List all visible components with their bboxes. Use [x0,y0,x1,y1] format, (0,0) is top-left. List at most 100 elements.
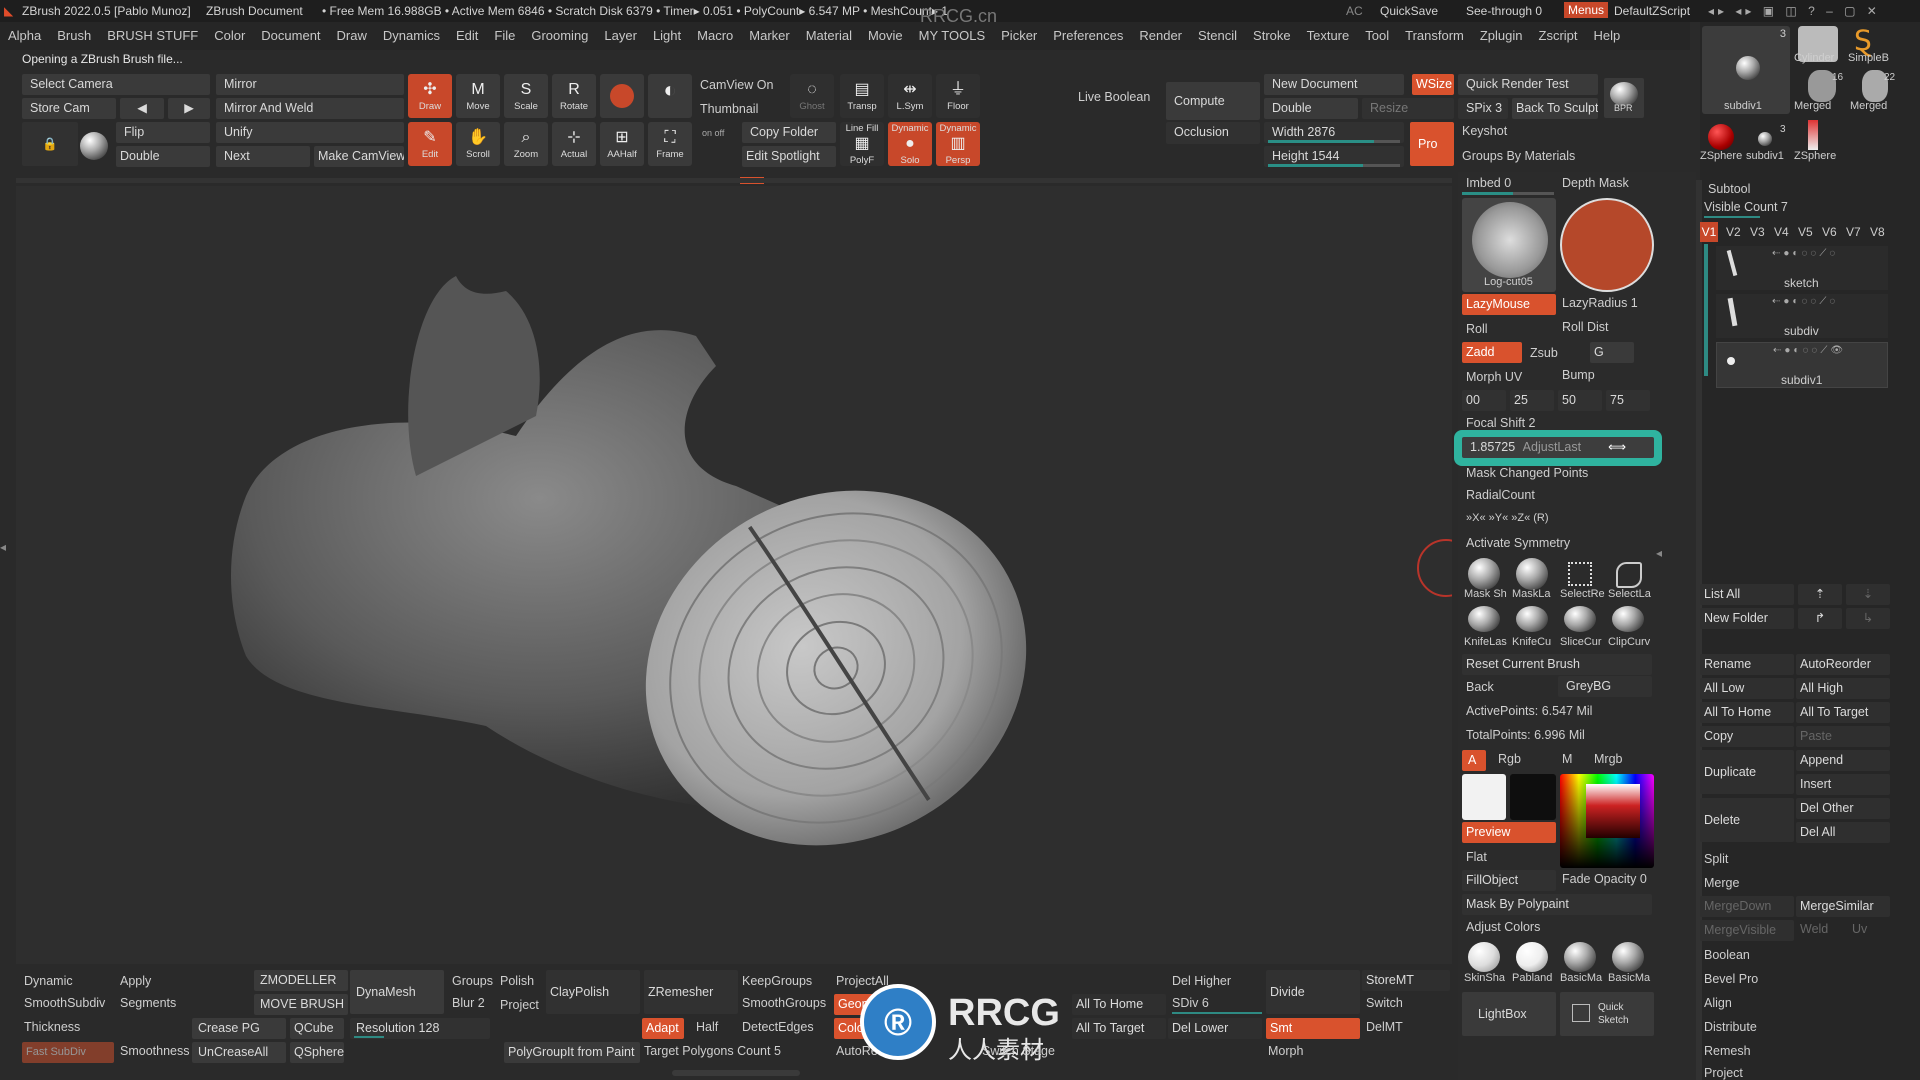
spix-slider[interactable]: SPix 3 [1458,98,1508,119]
right-tray-toggle-icon[interactable]: ◂ [1656,546,1666,566]
double-doc-button[interactable]: Double [1264,98,1358,119]
version-v3-tab[interactable]: V3 [1750,225,1765,239]
lock-camera-icon[interactable]: 🔒 [22,122,78,166]
copy-folder-button[interactable]: Copy Folder [742,122,836,143]
fast-subdiv-button[interactable]: Fast SubDiv [22,1042,114,1063]
list-all-button[interactable]: List All [1700,584,1794,605]
height-slider-track[interactable] [1268,164,1400,167]
compute-button[interactable]: Compute [1166,82,1260,120]
quick-render-test-button[interactable]: Quick Render Test [1458,74,1598,95]
color-picker[interactable] [1560,774,1654,868]
project-button[interactable]: Project [500,998,539,1012]
transp-button[interactable]: ▤ Transp [840,74,884,118]
menu-stencil[interactable]: Stencil [1190,22,1245,50]
pabland-material-icon[interactable] [1516,942,1548,972]
remesh-menu[interactable]: Remesh [1704,1044,1751,1058]
color-swatch-button[interactable] [600,74,644,118]
folder-action-icon[interactable]: ↱ [1798,608,1842,629]
see-through-slider[interactable]: See-through 0 [1466,4,1542,18]
merge-menu[interactable]: Merge [1704,876,1739,890]
delete-button[interactable]: Delete [1700,798,1794,842]
mask-changed-points-button[interactable]: Mask Changed Points [1466,466,1588,480]
menu-preferences[interactable]: Preferences [1045,22,1131,50]
camview-on-button[interactable]: CamView On [700,78,773,92]
menu-zplugin[interactable]: Zplugin [1472,22,1531,50]
claypolish-button[interactable]: ClayPolish [546,970,640,1014]
menu-texture[interactable]: Texture [1299,22,1358,50]
bump-slider[interactable]: Bump [1562,368,1595,382]
divide-button[interactable]: Divide [1266,970,1360,1014]
occlusion-button[interactable]: Occlusion [1166,122,1260,144]
lazyradius-slider[interactable]: LazyRadius 1 [1562,296,1638,310]
material-button[interactable]: ◐ [648,74,692,118]
groups-by-materials-button[interactable]: Groups By Materials [1462,149,1575,163]
menu-stroke[interactable]: Stroke [1245,22,1299,50]
color-picker-square[interactable] [1586,784,1640,838]
greybg-button[interactable]: GreyBG [1558,676,1652,697]
smoothness-slider[interactable]: Smoothness [120,1044,189,1058]
paste-button[interactable]: Paste [1796,726,1890,747]
rotate-tool-button[interactable]: R Rotate [552,74,596,118]
menu-render[interactable]: Render [1131,22,1190,50]
main-color-swatch[interactable] [1462,774,1506,820]
back-color-button[interactable]: Back [1466,680,1494,694]
resize-button[interactable]: Resize [1362,98,1454,119]
move-down-icon[interactable]: ⇣ [1846,584,1890,605]
smoothgroups-slider[interactable]: SmoothGroups [742,996,826,1010]
masklasso-brush-icon[interactable] [1516,558,1548,590]
focal-shift-slider[interactable]: Focal Shift 2 [1466,416,1535,430]
sdiv-slider[interactable]: SDiv 6 [1172,996,1209,1010]
default-zscript-button[interactable]: DefaultZScript [1614,4,1690,18]
copy-button[interactable]: Copy [1700,726,1794,747]
timeline-track[interactable] [16,178,1452,183]
edit-mode-button[interactable]: ✎ Edit [408,122,452,166]
next-button[interactable]: Next [216,146,310,167]
g-button[interactable]: G [1590,342,1634,363]
del-other-button[interactable]: Del Other [1796,798,1890,819]
mergesimilar-button[interactable]: MergeSimilar [1796,896,1890,917]
m-button[interactable]: M [1562,752,1572,766]
double-button[interactable]: Double [116,146,210,167]
keyshot-button[interactable]: Keyshot [1462,124,1507,138]
make-camview-button[interactable]: Make CamView [314,146,404,167]
menu-marker[interactable]: Marker [741,22,797,50]
solo-button[interactable]: Dynamic ● Solo [888,122,932,166]
alpha-thumbnail[interactable]: Log-cut05 [1462,198,1556,292]
all-to-target-button[interactable]: All To Target [1796,702,1890,723]
secondary-color-swatch[interactable] [1510,774,1556,820]
prev-camera-icon[interactable]: ◀ [120,98,164,119]
slice-curve-icon[interactable] [1564,606,1596,632]
subtool-title[interactable]: Subtool [1708,182,1750,196]
menu-picker[interactable]: Picker [993,22,1045,50]
menus-button[interactable]: Menus [1564,2,1609,18]
version-v1-tab[interactable]: V1 [1700,222,1718,242]
all-to-home-button[interactable]: All To Home [1700,702,1794,723]
version-v6-tab[interactable]: V6 [1822,225,1837,239]
knife-lasso-icon[interactable] [1468,606,1500,632]
project-menu[interactable]: Project [1704,1066,1743,1080]
groups-button[interactable]: Groups [452,974,493,988]
lazymouse-button[interactable]: LazyMouse [1462,294,1556,315]
mergevisible-button[interactable]: MergeVisible [1700,920,1794,941]
draw-tool-button[interactable]: ✣ Draw [408,74,452,118]
quicksave-button[interactable]: QuickSave [1380,4,1438,18]
quick-sketch-button[interactable]: Quick Sketch [1560,992,1654,1036]
mergedown-button[interactable]: MergeDown [1700,896,1794,917]
target-polygons-slider[interactable]: Target Polygons Count 5 [644,1044,781,1058]
bevel-pro-menu[interactable]: Bevel Pro [1704,972,1758,986]
select-camera-button[interactable]: Select Camera [22,74,210,95]
keepgroups-button[interactable]: KeepGroups [742,974,812,988]
apply-button[interactable]: Apply [120,974,151,988]
morph-uv-slider[interactable]: Morph UV [1466,370,1522,384]
switch-stage-button[interactable]: Switch Stage [982,1044,1055,1058]
insert-button[interactable]: Insert [1796,774,1890,795]
thickness-slider[interactable]: Thickness [24,1020,80,1034]
menu-color[interactable]: Color [206,22,253,50]
roll-button[interactable]: Roll [1466,322,1488,336]
version-v7-tab[interactable]: V7 [1846,225,1861,239]
canvas-viewport[interactable] [16,186,1475,964]
subtool-item[interactable]: ⇠●◐◌◌⟋◌ sketch [1716,246,1888,290]
move-up-icon[interactable]: ⇡ [1798,584,1842,605]
symmetry-axes-buttons[interactable]: »X« »Y« »Z« (R) [1466,512,1549,524]
subtool-item-selected[interactable]: ⇠●◐◌◌⟋👁 subdiv1 [1716,342,1888,388]
